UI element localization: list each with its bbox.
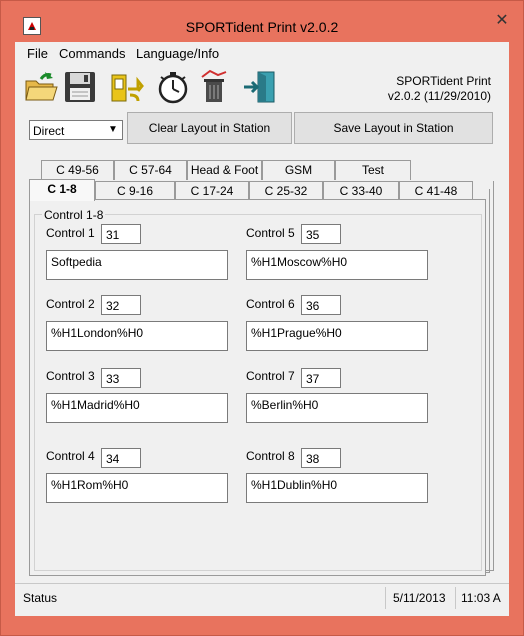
control-5-label: Control 5: [246, 226, 295, 240]
control-7-label: Control 7: [246, 369, 295, 383]
download-from-station-icon[interactable]: [108, 69, 144, 105]
control-7-number-input[interactable]: 37: [301, 368, 341, 388]
tab-c-1-8[interactable]: C 1-8: [29, 179, 95, 201]
tab-gsm[interactable]: GSM: [262, 160, 335, 180]
tab-c-33-40[interactable]: C 33-40: [323, 181, 399, 201]
close-icon[interactable]: ✕: [491, 12, 513, 30]
version-number: v2.0.2 (11/29/2010): [387, 89, 491, 103]
control-2-number-input[interactable]: 32: [101, 295, 141, 315]
control-6-label: Control 6: [246, 297, 295, 311]
control-1-number-input[interactable]: 31: [101, 224, 141, 244]
app-window: SPORTident Print v2.0.2 ✕ File Commands …: [0, 0, 524, 636]
status-time: 11:03 A: [461, 591, 501, 605]
client-area: File Commands Language/Info SPORTident P…: [15, 42, 509, 616]
control-5-text-input[interactable]: %H1Moscow%H0: [246, 250, 428, 280]
version-info: SPORTident Print v2.0.2 (11/29/2010): [388, 74, 491, 104]
save-disk-icon[interactable]: [62, 69, 98, 105]
control-7-text-input[interactable]: %Berlin%H0: [246, 393, 428, 423]
tab-c-57-64[interactable]: C 57-64: [114, 160, 187, 180]
open-folder-icon[interactable]: [23, 69, 59, 105]
tab-test[interactable]: Test: [335, 160, 411, 180]
window-title: SPORTident Print v2.0.2: [185, 19, 339, 35]
exit-door-icon[interactable]: [242, 69, 278, 105]
control-2-text-input[interactable]: %H1London%H0: [46, 321, 228, 351]
control-4-text-input[interactable]: %H1Rom%H0: [46, 473, 228, 503]
tab-panel: Control 1-8 Control 1 31 Softpedia Contr…: [29, 199, 486, 576]
status-bar: Status 5/11/2013 11:03 A: [15, 583, 509, 612]
version-product: SPORTident Print: [396, 74, 491, 88]
control-6-text-input[interactable]: %H1Prague%H0: [246, 321, 428, 351]
tab-c-41-48[interactable]: C 41-48: [399, 181, 473, 201]
chevron-down-icon[interactable]: ▼: [106, 123, 120, 137]
tab-c-17-24[interactable]: C 17-24: [175, 181, 249, 201]
control-5-number-input[interactable]: 35: [301, 224, 341, 244]
connection-select[interactable]: Direct ▼: [29, 120, 123, 140]
clear-layout-button[interactable]: Clear Layout in Station: [127, 112, 292, 144]
control-3-label: Control 3: [46, 369, 95, 383]
control-8-number-input[interactable]: 38: [301, 448, 341, 468]
control-1-text-input[interactable]: Softpedia: [46, 250, 228, 280]
tab-c-25-32[interactable]: C 25-32: [249, 181, 323, 201]
status-text: Status: [23, 591, 58, 605]
tab-c-49-56[interactable]: C 49-56: [41, 160, 114, 180]
status-separator: [385, 587, 386, 609]
title-bar[interactable]: SPORTident Print v2.0.2 ✕: [1, 1, 523, 39]
save-layout-button[interactable]: Save Layout in Station: [294, 112, 493, 144]
control-3-text-input[interactable]: %H1Madrid%H0: [46, 393, 228, 423]
status-separator: [455, 587, 456, 609]
group-title: Control 1-8: [42, 208, 106, 222]
connection-select-value: Direct: [33, 124, 65, 138]
control-4-number-input[interactable]: 34: [101, 448, 141, 468]
stopwatch-icon[interactable]: [155, 69, 191, 105]
menu-bar: File Commands Language/Info: [15, 42, 509, 64]
clear-trash-icon[interactable]: [196, 69, 232, 105]
control-4-label: Control 4: [46, 449, 95, 463]
tab-head-foot[interactable]: Head & Foot: [187, 160, 262, 180]
control-1-label: Control 1: [46, 226, 95, 240]
control-8-text-input[interactable]: %H1Dublin%H0: [246, 473, 428, 503]
menu-language-info[interactable]: Language/Info: [136, 46, 219, 61]
menu-commands[interactable]: Commands: [59, 46, 125, 61]
status-date: 5/11/2013: [393, 591, 446, 605]
control-8-label: Control 8: [246, 449, 295, 463]
control-6-number-input[interactable]: 36: [301, 295, 341, 315]
menu-file[interactable]: File: [27, 46, 48, 61]
control-3-number-input[interactable]: 33: [101, 368, 141, 388]
tab-c-9-16[interactable]: C 9-16: [95, 181, 175, 201]
control-2-label: Control 2: [46, 297, 95, 311]
